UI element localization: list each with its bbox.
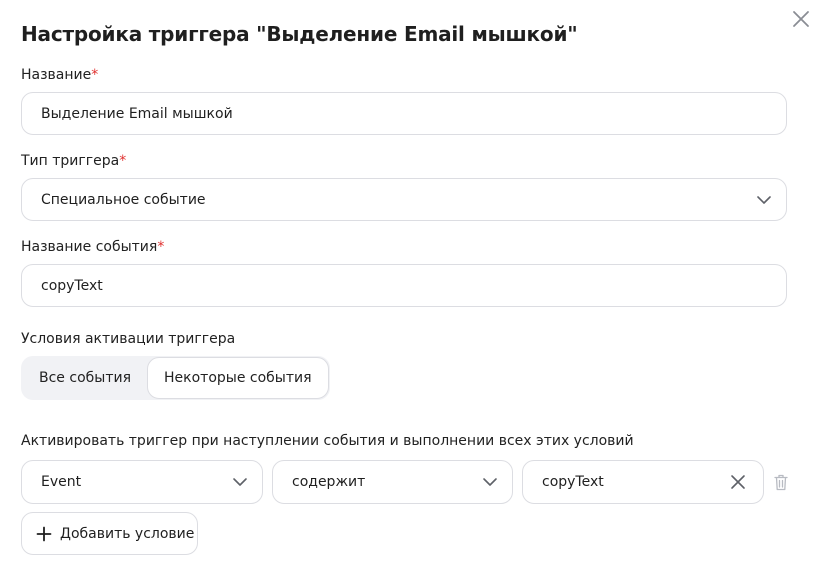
delete-condition-button[interactable] [771, 472, 791, 492]
condition-operator-value: содержит [292, 474, 366, 490]
activation-option-some[interactable]: Некоторые события [147, 357, 329, 399]
event-name-input[interactable]: copyText [21, 264, 787, 307]
trigger-type-value: Специальное событие [41, 191, 206, 208]
trash-icon [774, 474, 788, 490]
activation-segmented-control: Все события Некоторые события [21, 356, 330, 400]
condition-variable-select[interactable]: Event [21, 460, 263, 504]
conditions-label: Активировать триггер при наступлении соб… [21, 433, 634, 449]
chevron-down-icon [231, 473, 249, 491]
condition-operator-select[interactable]: содержит [272, 460, 513, 504]
condition-value-text: copyText [542, 474, 604, 490]
activation-label: Условия активации триггера [21, 331, 236, 347]
name-input-value: Выделение Email мышкой [41, 105, 233, 122]
name-label-text: Название [21, 67, 92, 83]
condition-variable-value: Event [41, 474, 82, 490]
close-button[interactable] [789, 7, 813, 31]
add-condition-button[interactable]: Добавить условие [21, 512, 198, 555]
event-name-label: Название события* [21, 239, 164, 255]
close-icon [793, 11, 809, 27]
dialog-title: Настройка триггера "Выделение Email мышк… [21, 22, 578, 46]
condition-value-input[interactable]: copyText [522, 460, 764, 504]
plus-icon [36, 526, 52, 542]
chevron-down-icon [755, 191, 773, 209]
event-name-label-text: Название события [21, 239, 158, 255]
activation-option-all[interactable]: Все события [21, 356, 147, 400]
add-condition-label: Добавить условие [60, 525, 195, 542]
required-mark: * [91, 67, 99, 83]
trigger-type-label-text: Тип триггера [21, 153, 120, 169]
required-mark: * [119, 153, 127, 169]
clear-icon[interactable] [729, 473, 747, 491]
name-input[interactable]: Выделение Email мышкой [21, 92, 787, 135]
required-mark: * [157, 239, 165, 255]
trigger-type-label: Тип триггера* [21, 153, 126, 169]
chevron-down-icon [481, 473, 499, 491]
name-label: Название* [21, 67, 98, 83]
event-name-value: copyText [41, 277, 103, 294]
trigger-type-select[interactable]: Специальное событие [21, 178, 787, 221]
